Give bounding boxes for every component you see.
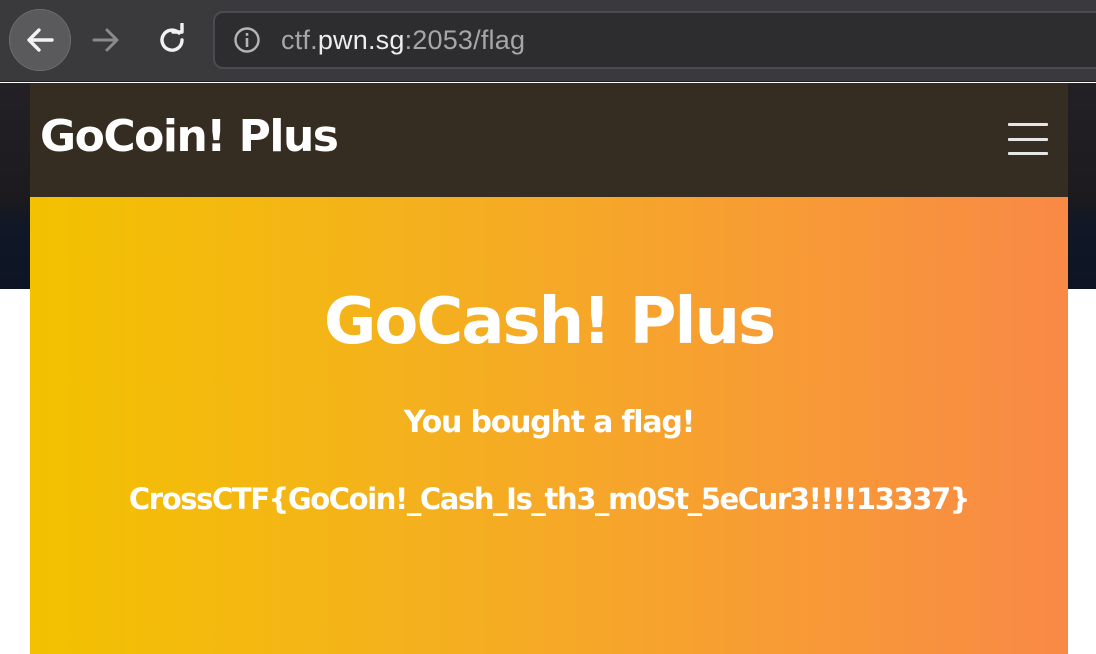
reload-icon	[160, 23, 184, 52]
browser-toolbar: ctf.pwn.sg:2053/flag	[0, 0, 1096, 82]
hero-title: GoCash! Plus	[323, 285, 776, 359]
menu-bar	[1008, 123, 1048, 126]
brand-logo[interactable]: GoCoin! Plus	[40, 111, 339, 162]
reload-button[interactable]	[141, 9, 203, 71]
hero-section: GoCash! Plus You bought a flag! CrossCTF…	[30, 197, 1068, 654]
url-host: pwn.sg	[317, 24, 405, 55]
flag-text: CrossCTF{GoCoin!_Cash_Is_th3_m0St_5eCur3…	[128, 482, 971, 516]
url-text[interactable]: ctf.pwn.sg:2053/flag	[281, 25, 525, 56]
url-prefix: ctf.	[281, 24, 318, 55]
address-bar[interactable]: ctf.pwn.sg:2053/flag	[213, 11, 1096, 69]
info-icon[interactable]	[233, 26, 261, 54]
site-header: GoCoin! Plus	[30, 83, 1068, 197]
arrow-right-icon	[92, 28, 119, 52]
menu-bar	[1008, 152, 1048, 155]
url-suffix: :2053/flag	[404, 24, 526, 55]
hero-subtitle: You bought a flag!	[403, 405, 695, 440]
arrow-left-icon	[27, 28, 54, 52]
hamburger-menu-icon[interactable]	[1008, 123, 1048, 155]
forward-button[interactable]	[75, 9, 137, 71]
back-button[interactable]	[9, 9, 71, 71]
menu-bar	[1008, 137, 1048, 141]
